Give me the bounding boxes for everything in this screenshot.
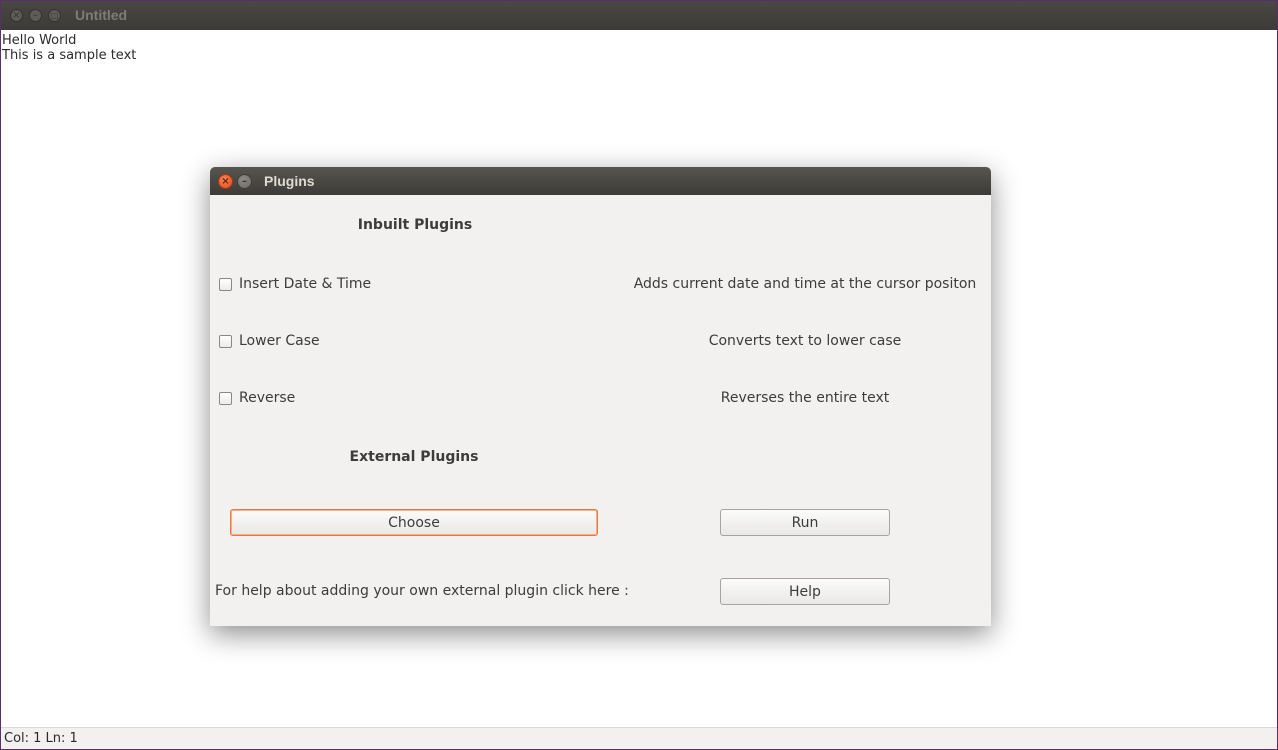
dialog-title: Plugins <box>264 173 315 189</box>
status-bar: Col: 1 Ln: 1 <box>1 727 1277 749</box>
main-minimize-icon[interactable]: – <box>29 9 42 22</box>
plugin-lower-case[interactable]: Lower Case <box>219 333 320 349</box>
dialog-minimize-icon[interactable]: – <box>237 174 252 189</box>
lower-case-label[interactable]: Lower Case <box>239 333 320 349</box>
editor-line: This is a sample text <box>2 48 137 63</box>
dialog-close-icon[interactable]: × <box>218 174 233 189</box>
run-button[interactable]: Run <box>720 509 890 536</box>
insert-date-time-checkbox[interactable] <box>219 277 232 291</box>
help-button[interactable]: Help <box>720 578 890 605</box>
main-titlebar[interactable]: × – □ Untitled <box>1 1 1277 30</box>
external-plugins-heading: External Plugins <box>349 449 479 465</box>
plugins-dialog: × – Plugins Inbuilt Plugins Insert Date … <box>210 167 991 626</box>
reverse-description: Reverses the entire text <box>720 390 890 406</box>
reverse-checkbox[interactable] <box>219 391 232 405</box>
text-editor[interactable]: Hello World This is a sample text <box>2 33 136 63</box>
insert-date-time-description: Adds current date and time at the cursor… <box>633 276 977 292</box>
insert-date-time-label[interactable]: Insert Date & Time <box>239 276 371 292</box>
lower-case-description: Converts text to lower case <box>708 333 902 349</box>
main-close-icon[interactable]: × <box>10 9 23 22</box>
window-title: Untitled <box>75 7 128 23</box>
cursor-position: Col: 1 Ln: 1 <box>4 731 78 746</box>
editor-line: Hello World <box>2 33 77 48</box>
dialog-titlebar[interactable]: × – Plugins <box>210 167 991 195</box>
plugin-insert-date-time[interactable]: Insert Date & Time <box>219 276 371 292</box>
reverse-label[interactable]: Reverse <box>239 390 295 406</box>
help-text: For help about adding your own external … <box>215 583 629 599</box>
lower-case-checkbox[interactable] <box>219 334 232 348</box>
choose-button[interactable]: Choose <box>230 509 598 536</box>
inbuilt-plugins-heading: Inbuilt Plugins <box>357 217 473 233</box>
main-maximize-icon[interactable]: □ <box>48 9 61 22</box>
plugin-reverse[interactable]: Reverse <box>219 390 295 406</box>
